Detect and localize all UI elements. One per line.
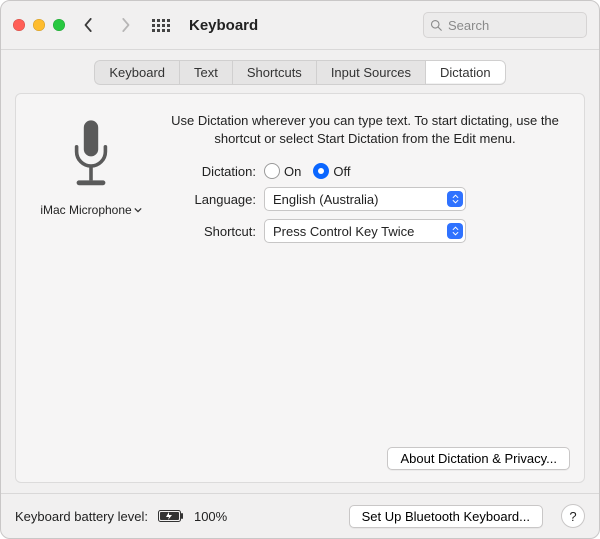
chevron-down-icon (134, 206, 142, 214)
window-title: Keyboard (189, 17, 258, 34)
tab-keyboard[interactable]: Keyboard (94, 60, 179, 85)
tab-dictation[interactable]: Dictation (425, 60, 506, 85)
titlebar: Keyboard Search (1, 1, 599, 50)
tab-text[interactable]: Text (179, 60, 232, 85)
mic-source-label: iMac Microphone (40, 203, 131, 217)
updown-arrows-icon (447, 223, 463, 239)
row-shortcut: Shortcut: Press Control Key Twice (166, 219, 564, 243)
back-button[interactable] (77, 13, 101, 37)
battery-percent: 100% (194, 509, 227, 524)
tab-shortcuts[interactable]: Shortcuts (232, 60, 316, 85)
row-language: Language: English (Australia) (166, 187, 564, 211)
dictation-form: Use Dictation wherever you can type text… (166, 112, 564, 247)
microphone-icon (67, 118, 115, 195)
zoom-window-button[interactable] (53, 19, 65, 31)
shortcut-value: Press Control Key Twice (273, 224, 414, 239)
footer: Keyboard battery level: 100% Set Up Blue… (1, 493, 599, 538)
show-all-prefs-button[interactable] (149, 13, 173, 37)
radio-on-circle (264, 163, 280, 179)
window-controls (13, 19, 65, 31)
radio-off[interactable]: Off (313, 163, 350, 179)
search-field[interactable]: Search (423, 12, 587, 38)
tab-input-sources[interactable]: Input Sources (316, 60, 425, 85)
forward-button[interactable] (113, 13, 137, 37)
dictation-panel: iMac Microphone Use Dictation wherever y… (15, 93, 585, 483)
updown-arrows-icon (447, 191, 463, 207)
close-window-button[interactable] (13, 19, 25, 31)
help-button[interactable]: ? (561, 504, 585, 528)
search-icon (430, 19, 442, 31)
label-dictation: Dictation: (166, 164, 256, 179)
row-dictation-toggle: Dictation: On Off (166, 163, 564, 179)
content-area: Keyboard Text Shortcuts Input Sources Di… (1, 50, 599, 493)
language-popup[interactable]: English (Australia) (264, 187, 466, 211)
radio-off-circle (313, 163, 329, 179)
language-value: English (Australia) (273, 192, 379, 207)
shortcut-popup[interactable]: Press Control Key Twice (264, 219, 466, 243)
tabs-row: Keyboard Text Shortcuts Input Sources Di… (15, 60, 585, 85)
label-language: Language: (166, 192, 256, 207)
mic-source-column: iMac Microphone (36, 118, 146, 247)
about-dictation-privacy-button[interactable]: About Dictation & Privacy... (387, 447, 570, 470)
setup-bluetooth-keyboard-button[interactable]: Set Up Bluetooth Keyboard... (349, 505, 543, 528)
dictation-intro-text: Use Dictation wherever you can type text… (166, 112, 564, 159)
dictation-radio-group: On Off (264, 163, 350, 179)
preferences-window: Keyboard Search Keyboard Text Shortcuts … (0, 0, 600, 539)
battery-icon (158, 510, 184, 522)
battery-label: Keyboard battery level: (15, 509, 148, 524)
mic-source-dropdown[interactable]: iMac Microphone (40, 203, 141, 217)
tabbar: Keyboard Text Shortcuts Input Sources Di… (94, 60, 505, 85)
search-placeholder: Search (448, 18, 489, 33)
radio-on[interactable]: On (264, 163, 301, 179)
label-shortcut: Shortcut: (166, 224, 256, 239)
minimize-window-button[interactable] (33, 19, 45, 31)
